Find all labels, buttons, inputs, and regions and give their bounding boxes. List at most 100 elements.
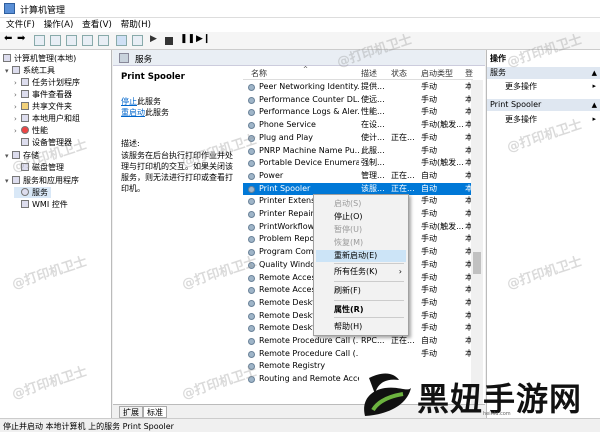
console-tree-icon[interactable] <box>34 35 45 46</box>
context-menu-item[interactable]: 所有任务(K) › <box>316 266 406 278</box>
restart-icon[interactable]: ▶❙ <box>196 34 210 45</box>
menu-help[interactable]: 帮助(H) <box>121 18 151 32</box>
more-actions-print-spooler[interactable]: 更多操作 <box>505 114 537 126</box>
device-manager-icon <box>21 138 29 146</box>
table-row[interactable]: Plug and Play 使计... 正在... 手动本 <box>243 132 473 145</box>
col-startup[interactable]: 启动类型 <box>421 68 453 79</box>
status-bar: 停止并启动 本地计算机 上的服务 Print Spooler <box>0 418 600 432</box>
service-startup: 手动 <box>421 209 437 218</box>
service-startup: 手动 <box>421 107 437 117</box>
window-icon[interactable] <box>132 35 143 46</box>
service-gear-icon <box>248 84 255 91</box>
context-menu-item[interactable]: 停止(O) <box>316 211 406 223</box>
menu-view[interactable]: 查看(V) <box>82 18 112 32</box>
service-startup: 手动 <box>421 297 437 307</box>
col-desc[interactable]: 描述 <box>361 68 377 79</box>
service-gear-icon <box>248 96 255 104</box>
service-startup: 手动 <box>421 348 437 358</box>
service-gear-icon <box>248 236 255 244</box>
service-startup: 手动 <box>421 132 437 142</box>
context-menu-item[interactable]: 暂停(U) <box>316 224 406 236</box>
menu-separator <box>334 281 404 282</box>
vertical-scrollbar[interactable] <box>471 80 483 406</box>
export-icon[interactable] <box>66 35 77 46</box>
tree-item-task-scheduler[interactable]: › 任务计划程序 <box>14 77 80 89</box>
chevron-right-icon: ▸ <box>592 115 596 123</box>
restart-service-link[interactable]: 重启动 <box>121 108 145 117</box>
table-row[interactable]: PNRP Machine Name Pu... 此服... 手动本 <box>243 145 473 158</box>
brand-subtitle: heiniu.com <box>483 411 511 417</box>
context-menu-item[interactable]: 刷新(F) <box>316 285 406 297</box>
service-gear-icon <box>248 185 255 193</box>
service-gear-icon <box>248 274 255 282</box>
service-gear-icon <box>248 223 255 231</box>
event-viewer-icon <box>21 90 29 98</box>
table-row[interactable]: Portable Device Enumera... 强制... 手动(触发... 本 <box>243 157 473 170</box>
context-menu-item[interactable]: 属性(R) <box>316 304 406 316</box>
table-row[interactable]: Phone Service 在设... 手动(触发... 本 <box>243 119 473 132</box>
tree-item-services-apps[interactable]: ▾ 服务和应用程序 <box>5 175 79 187</box>
site-logo: 黑妞手游网 heiniu.com <box>355 370 595 420</box>
tree-root[interactable]: 计算机管理(本地) <box>3 53 76 64</box>
context-menu-item[interactable]: 恢复(M) <box>316 237 406 249</box>
tree-item-wmi[interactable]: WMI 控件 <box>14 199 68 210</box>
tab-standard[interactable]: 标准 <box>143 406 167 418</box>
context-menu-item[interactable]: 帮助(H) <box>316 321 406 333</box>
service-gear-icon <box>248 109 255 117</box>
chevron-right-icon: › <box>398 267 402 276</box>
service-gear-icon <box>248 299 255 307</box>
service-name: Plug and Play <box>259 132 314 142</box>
tab-extended[interactable]: 扩展 <box>119 406 143 418</box>
table-row[interactable]: Performance Counter DL... 使远... 手动本 <box>243 94 473 107</box>
pause-icon[interactable]: ❚❚ <box>180 34 195 45</box>
service-desc: 管理... <box>361 170 385 180</box>
forward-icon[interactable]: ➡ <box>17 33 28 44</box>
actions-group-services[interactable]: 服务 ▲ <box>487 67 600 79</box>
tree-item-shared-folders[interactable]: › 共享文件夹 <box>14 101 72 113</box>
service-gear-icon <box>248 172 255 180</box>
service-startup: 手动 <box>421 272 437 282</box>
copy-icon[interactable] <box>98 35 109 46</box>
tree-item-services[interactable]: 服务 <box>14 187 51 198</box>
service-name: Peer Networking Identity... <box>259 82 359 91</box>
play-icon[interactable]: ▶ <box>150 34 161 45</box>
col-status[interactable]: 状态 <box>391 68 407 79</box>
service-startup: 手动 <box>421 94 437 104</box>
back-icon[interactable]: ⬅ <box>4 33 15 44</box>
context-menu-item[interactable]: 启动(S) <box>316 198 406 210</box>
console-tree: 计算机管理(本地) ▾ 系统工具 › 任务计划程序 › 事件查看器 › 共享文件夹 › 本… <box>0 50 112 418</box>
table-row[interactable]: Power 管理... 正在... 自动本 <box>243 170 473 183</box>
selected-service-name: Print Spooler <box>121 72 185 82</box>
table-row[interactable]: Peer Networking Identity... 提供... 手动本 <box>243 81 473 94</box>
services-apps-icon <box>12 176 20 184</box>
service-startup: 自动 <box>421 336 437 345</box>
service-status: 正在... <box>391 170 415 180</box>
service-status: 正在... <box>391 336 415 345</box>
menu-separator <box>334 263 404 264</box>
context-menu-item[interactable]: 重新启动(E) <box>316 250 406 262</box>
col-logon[interactable]: 登 <box>465 68 473 79</box>
tree-item-local-users[interactable]: › 本地用户和组 <box>14 113 80 125</box>
actions-pane: 操作 服务 ▲ 更多操作 ▸ Print Spooler ▲ 更多操作 ▸ <box>486 50 600 418</box>
actions-group-print-spooler[interactable]: Print Spooler ▲ <box>487 99 600 111</box>
help-icon[interactable] <box>116 35 127 46</box>
table-row[interactable]: Remote Procedure Call (... RPC... 正在... 自动本 <box>243 335 473 348</box>
refresh-icon[interactable] <box>82 35 93 46</box>
menu-file[interactable]: 文件(F) <box>6 18 35 32</box>
more-actions-services[interactable]: 更多操作 <box>505 81 537 93</box>
col-name[interactable]: 名称 <box>251 68 267 79</box>
panel-header: 服务 <box>113 50 485 66</box>
stop-icon[interactable] <box>165 37 173 45</box>
stop-service-link[interactable]: 停止 <box>121 97 137 106</box>
tree-item-system-tools[interactable]: ▾ 系统工具 <box>5 65 55 77</box>
table-row[interactable]: Performance Logs & Aler... 性能... 手动本 <box>243 106 473 119</box>
table-row[interactable]: Remote Procedure Call (... 手动本 <box>243 348 473 361</box>
properties-icon[interactable] <box>50 35 61 46</box>
service-desc: 在设... <box>361 120 385 130</box>
tree-item-event-viewer[interactable]: › 事件查看器 <box>14 89 72 101</box>
menu-action[interactable]: 操作(A) <box>44 18 74 32</box>
service-gear-icon <box>248 350 255 358</box>
wmi-icon <box>21 200 29 208</box>
scroll-thumb[interactable] <box>473 252 481 274</box>
tree-item-performance[interactable]: › 性能 <box>14 125 48 137</box>
